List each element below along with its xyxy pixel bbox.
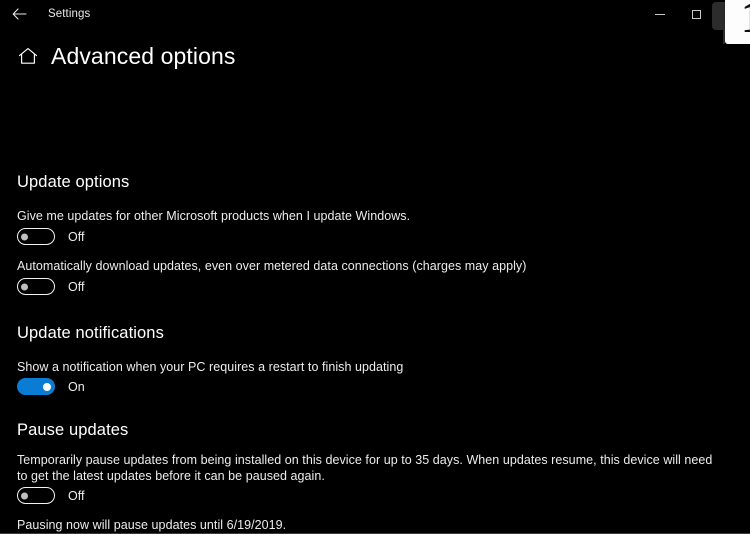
toggle-row-metered-connections: Off (17, 278, 84, 295)
home-icon[interactable] (17, 45, 39, 67)
home-icon-glyph (18, 48, 38, 64)
close-button[interactable] (714, 0, 750, 28)
pause-updates-description: Temporarily pause updates from being ins… (17, 453, 713, 483)
toggle-pause-updates[interactable] (17, 487, 55, 504)
titlebar-title: Settings (48, 8, 91, 20)
toggle-knob (21, 233, 28, 240)
toggle-microsoft-products[interactable] (17, 228, 55, 245)
section-heading-update-notifications: Update notifications (17, 324, 164, 342)
caption-button-group (642, 0, 750, 28)
minimize-button[interactable] (642, 0, 678, 28)
toggle-row-pause-updates: Off (17, 487, 84, 504)
setting-label-microsoft-products: Give me updates for other Microsoft prod… (17, 209, 411, 223)
toggle-row-restart-notification: On (17, 378, 85, 395)
close-icon (727, 9, 737, 19)
toggle-row-microsoft-products: Off (17, 228, 84, 245)
setting-label-metered-connections: Automatically download updates, even ove… (17, 259, 527, 273)
toggle-knob (43, 382, 51, 391)
minimize-icon (655, 13, 665, 15)
page-title: Advanced options (51, 42, 236, 69)
maximize-icon (691, 9, 701, 19)
section-heading-pause-updates: Pause updates (17, 421, 129, 439)
settings-window: Settings 1 (0, 0, 750, 534)
toggle-state-restart-notification: On (68, 379, 85, 394)
page-header: Advanced options (0, 34, 750, 78)
section-heading-update-options: Update options (17, 173, 130, 191)
back-arrow-icon (12, 8, 27, 20)
toggle-knob (21, 283, 28, 290)
toggle-state-pause-updates: Off (68, 488, 85, 503)
toggle-state-metered-connections: Off (68, 279, 85, 294)
toggle-metered-connections[interactable] (17, 278, 55, 295)
title-bar: Settings (0, 0, 750, 28)
maximize-button[interactable] (678, 0, 714, 28)
toggle-knob (21, 492, 28, 499)
toggle-restart-notification[interactable] (17, 378, 55, 395)
back-button[interactable] (6, 2, 32, 26)
setting-label-restart-notification: Show a notification when your PC require… (17, 360, 404, 374)
toggle-state-microsoft-products: Off (68, 229, 85, 244)
pause-updates-note: Pausing now will pause updates until 6/1… (17, 518, 287, 532)
